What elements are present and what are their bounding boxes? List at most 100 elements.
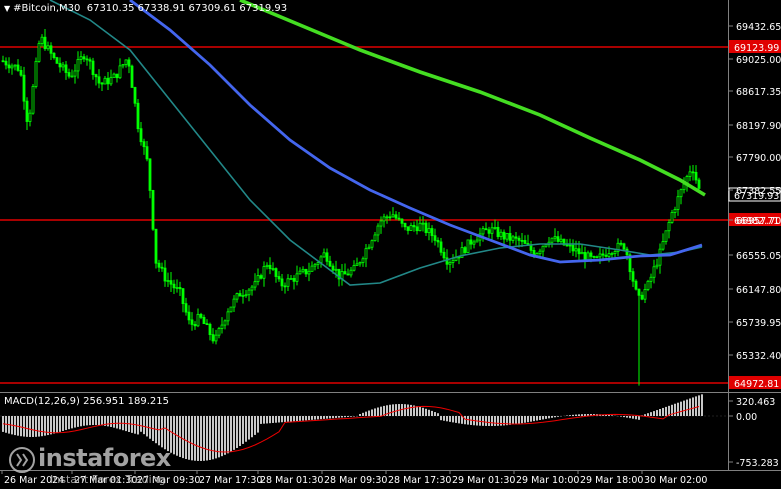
- macd-bar: [317, 416, 319, 420]
- candle-body: [523, 240, 527, 244]
- macd-bar: [539, 416, 541, 420]
- candle-body: [37, 43, 41, 62]
- candle-body: [373, 234, 377, 242]
- candle-body: [415, 226, 419, 232]
- macd-bar: [116, 416, 118, 429]
- macd-bar: [254, 416, 256, 435]
- candle-body: [172, 283, 176, 289]
- candle-body: [400, 218, 404, 224]
- candle-body: [589, 252, 593, 257]
- candle-body: [346, 273, 350, 276]
- macd-bar: [545, 416, 547, 419]
- macd-bar: [143, 416, 145, 435]
- price-tick-label: 67382.55: [736, 186, 781, 197]
- macd-bar: [35, 416, 37, 437]
- candle-body: [604, 254, 608, 257]
- candle-body: [580, 251, 584, 255]
- price-tick-label: 66957.70: [736, 216, 781, 227]
- macd-bar: [29, 416, 31, 437]
- price-tick-label: 68197.90: [736, 121, 781, 132]
- macd-bar: [101, 416, 103, 426]
- macd-bar: [677, 402, 679, 416]
- candle-body: [490, 227, 494, 234]
- macd-bar: [242, 416, 244, 444]
- candle-body: [538, 250, 542, 255]
- macd-bar: [647, 413, 649, 416]
- price-tick-label: 66147.80: [736, 285, 781, 296]
- candle-body: [169, 280, 173, 285]
- candle-body: [286, 278, 290, 287]
- macd-bar: [185, 416, 187, 460]
- dropdown-triangle-icon[interactable]: ▼: [4, 4, 10, 13]
- macd-bar: [521, 416, 523, 424]
- macd-bar: [608, 415, 610, 416]
- candle-body: [475, 239, 479, 243]
- candle-body: [658, 248, 662, 266]
- macd-bar: [224, 416, 226, 455]
- macd-bar: [23, 416, 25, 437]
- macd-bar: [107, 416, 109, 427]
- macd-bar: [371, 409, 373, 416]
- macd-bar: [119, 416, 121, 430]
- macd-bar: [686, 399, 688, 416]
- macd-bar: [269, 416, 271, 424]
- price-tick-label: 68617.35: [736, 87, 781, 98]
- candle-body: [76, 59, 80, 72]
- watermark-tagline: Instant Forex Trading: [50, 473, 166, 486]
- candle-body: [349, 269, 353, 276]
- macd-bar: [296, 416, 298, 422]
- candle-body: [334, 268, 338, 271]
- macd-bar: [635, 416, 637, 420]
- macd-bar: [248, 416, 250, 440]
- macd-indicator-label: MACD(12,26,9) 256.951 189.215: [4, 396, 170, 407]
- candle-body: [649, 276, 653, 282]
- macd-bar: [662, 407, 664, 416]
- macd-bar: [581, 414, 583, 416]
- macd-bar: [209, 416, 211, 460]
- macd-bar: [197, 416, 199, 461]
- macd-bar: [161, 416, 163, 448]
- moving-average-mid-line: [129, 0, 703, 264]
- macd-bar: [650, 412, 652, 416]
- chart-header: ▼ #Bitcoin,M30 67310.35 67338.91 67309.61…: [4, 3, 287, 14]
- candle-body: [10, 65, 14, 69]
- candle-body: [196, 313, 200, 327]
- macd-bar: [341, 416, 343, 418]
- candle-body: [565, 244, 569, 247]
- macd-bar: [272, 416, 274, 423]
- candle-body: [262, 266, 266, 279]
- candle-body: [178, 287, 182, 290]
- candle-body: [418, 222, 422, 232]
- macd-bar: [347, 416, 349, 417]
- candle-body: [241, 294, 245, 297]
- macd-bar: [440, 416, 442, 421]
- macd-bar: [335, 416, 337, 418]
- price-chart[interactable]: 69123.9966982.7164972.8167319.93 320.463…: [0, 0, 781, 489]
- candle-body: [424, 222, 428, 234]
- macd-bar: [422, 407, 424, 416]
- price-tick-label: 67790.00: [736, 153, 781, 164]
- candle-body: [157, 262, 161, 268]
- macd-bar: [38, 416, 40, 437]
- macd-bar: [65, 416, 67, 431]
- candle-body: [220, 324, 224, 329]
- candle-body: [16, 64, 20, 71]
- candle-body: [295, 273, 299, 282]
- candle-body: [592, 256, 596, 258]
- time-tick-label: 28 Mar 09:30: [324, 475, 387, 486]
- macd-bar: [407, 404, 409, 416]
- time-tick-label: 27 Mar 17:30: [199, 475, 262, 486]
- macd-tick-label: 320.463: [736, 397, 775, 408]
- macd-bar: [377, 407, 379, 416]
- macd-bar: [380, 406, 382, 416]
- candle-body: [118, 65, 122, 79]
- macd-bar: [632, 416, 634, 419]
- candle-body: [697, 179, 701, 189]
- candle-body: [28, 112, 32, 122]
- candle-body: [637, 288, 641, 296]
- macd-bar: [419, 406, 421, 416]
- macd-bar: [653, 411, 655, 416]
- macd-bar: [359, 414, 361, 416]
- candle-body: [445, 257, 449, 265]
- macd-bar: [557, 416, 559, 417]
